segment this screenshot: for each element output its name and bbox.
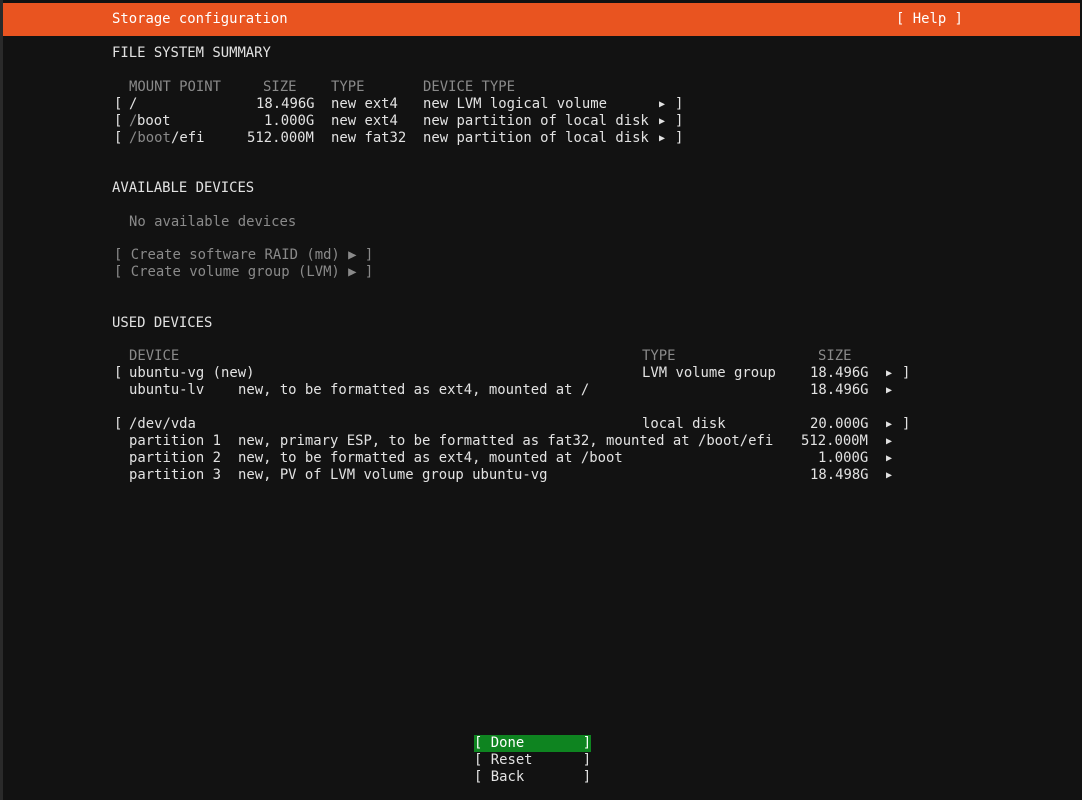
no-devices-message: No available devices: [129, 214, 297, 230]
row-open-bracket: [: [114, 96, 123, 112]
child-description: new, PV of LVM volume group ubuntu-vg: [238, 467, 548, 483]
child-description: new, to be formatted as ext4, mounted at…: [238, 450, 623, 466]
arrow-right-icon: ▶: [886, 368, 893, 379]
col-type: TYPE: [642, 348, 676, 364]
device-name: /dev/vda: [129, 416, 196, 432]
mount-point: /efi: [171, 130, 205, 146]
mount-device-type: new LVM logical volume: [423, 96, 607, 112]
col-type: TYPE: [331, 79, 365, 95]
terminal-frame-edge: [0, 0, 3, 800]
create-lvm-button[interactable]: [ Create volume group (LVM) ▶ ]: [114, 264, 373, 281]
arrow-right-icon: ▶: [886, 470, 893, 481]
mount-device-type: new partition of local disk: [423, 113, 649, 129]
fs-summary-heading: FILE SYSTEM SUMMARY: [112, 45, 271, 61]
mount-size: 18.496G: [256, 96, 315, 112]
child-name: partition 2: [129, 450, 221, 466]
available-devices-heading: AVAILABLE DEVICES: [112, 180, 255, 196]
help-button[interactable]: [ Help ]: [896, 11, 963, 28]
mount-point: /: [129, 96, 138, 112]
child-name: ubuntu-lv: [129, 382, 205, 398]
child-size: 18.496G: [810, 382, 869, 398]
used-devices-heading: USED DEVICES: [112, 315, 213, 331]
installer-screen: Storage configuration [ Help ] FILE SYST…: [0, 0, 1082, 800]
arrow-right-icon: ▶: [886, 453, 893, 464]
page-title: Storage configuration: [112, 11, 288, 27]
col-device: DEVICE: [129, 348, 180, 364]
create-raid-button[interactable]: [ Create software RAID (md) ▶ ]: [114, 247, 373, 264]
arrow-right-icon: ▶: [886, 436, 893, 447]
row-open-bracket: [: [114, 130, 123, 146]
done-button[interactable]: [ Done ]: [474, 735, 592, 752]
col-mount-point: MOUNT POINT: [129, 79, 221, 95]
arrow-right-icon: ▶: [659, 99, 666, 110]
arrow-right-icon: ▶: [886, 385, 893, 396]
mount-size: 1.000G: [264, 113, 315, 129]
arrow-right-icon: ▶: [659, 133, 666, 144]
device-size: 20.000G: [810, 416, 869, 432]
mount-point-prefix: /boot: [129, 130, 171, 146]
arrow-right-icon: ▶: [886, 419, 893, 430]
device-type: LVM volume group: [642, 365, 776, 381]
child-size: 18.498G: [810, 467, 869, 483]
arrow-right-icon: ▶: [659, 116, 666, 127]
mount-device-type: new partition of local disk: [423, 130, 649, 146]
reset-button[interactable]: [ Reset ]: [474, 752, 591, 769]
mount-size: 512.000M: [247, 130, 314, 146]
col-device-type: DEVICE TYPE: [423, 79, 515, 95]
child-size: 512.000M: [801, 433, 868, 449]
row-close-bracket: ]: [675, 113, 684, 129]
header-bar: Storage configuration [ Help ]: [3, 3, 1080, 36]
row-open-bracket: [: [114, 365, 123, 381]
mount-point: boot: [137, 113, 171, 129]
row-close-bracket: ]: [902, 365, 911, 381]
child-size: 1.000G: [818, 450, 869, 466]
row-close-bracket: ]: [902, 416, 911, 432]
device-size: 18.496G: [810, 365, 869, 381]
col-size: SIZE: [818, 348, 852, 364]
col-size: SIZE: [263, 79, 297, 95]
mount-type: new ext4: [331, 113, 398, 129]
child-description: new, primary ESP, to be formatted as fat…: [238, 433, 774, 449]
device-name: ubuntu-vg (new): [129, 365, 255, 381]
row-open-bracket: [: [114, 416, 123, 432]
mount-type: new fat32: [331, 130, 407, 146]
child-name: partition 3: [129, 467, 221, 483]
row-close-bracket: ]: [675, 96, 684, 112]
mount-type: new ext4: [331, 96, 398, 112]
back-button[interactable]: [ Back ]: [474, 769, 591, 786]
device-type: local disk: [642, 416, 726, 432]
row-close-bracket: ]: [675, 130, 684, 146]
row-open-bracket: [: [114, 113, 123, 129]
child-name: partition 1: [129, 433, 221, 449]
child-description: new, to be formatted as ext4, mounted at…: [238, 382, 590, 398]
